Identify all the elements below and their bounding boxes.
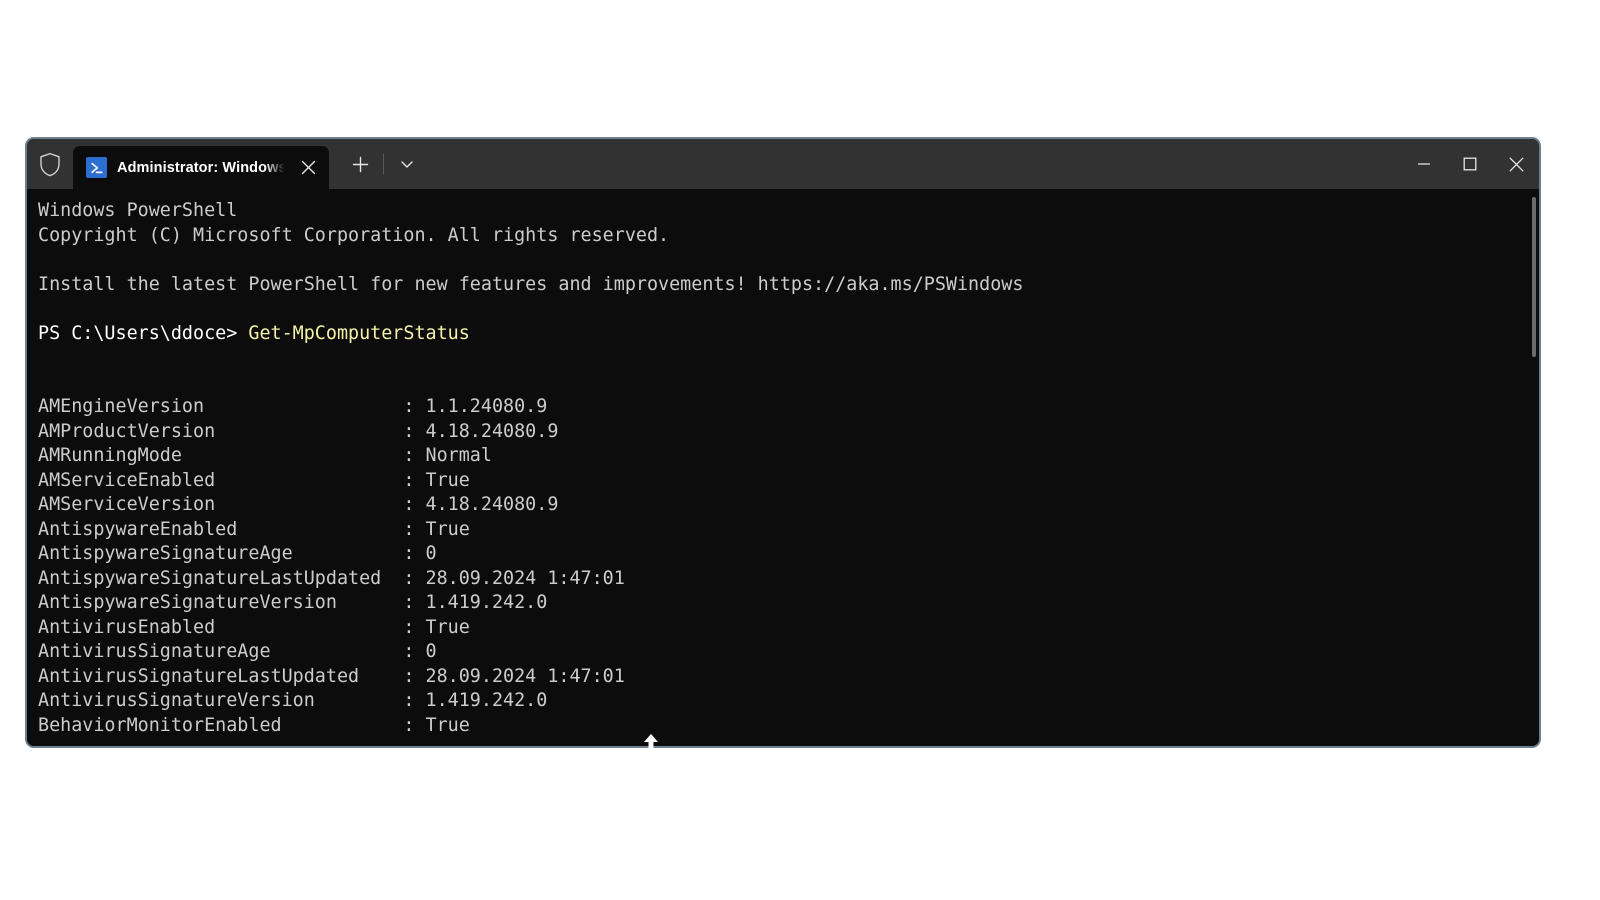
tab-powershell[interactable]: Administrator: Windows Powe: [73, 146, 329, 189]
console-property-line: AntivirusSignatureVersion : 1.419.242.0: [38, 690, 548, 711]
console-property-line: AntispywareEnabled : True: [38, 518, 470, 540]
title-bar[interactable]: Administrator: Windows Powe: [27, 139, 1539, 189]
console-banner-line: Copyright (C) Microsoft Corporation. All…: [38, 224, 670, 246]
console-property-line: AntispywareSignatureAge : 0: [38, 543, 437, 564]
console-prompt-line: PS C:\Users\ddoce> Get-MpComputerStatus: [38, 322, 1539, 347]
screen: Administrator: Windows Powe: [0, 0, 1600, 900]
tab-title: Administrator: Windows Powe: [117, 159, 291, 176]
toolbar-divider: [383, 154, 384, 174]
terminal-scrollbar[interactable]: [1530, 189, 1538, 746]
console-property-line: AMEngineVersion : 1.1.24080.9: [38, 396, 548, 417]
console-property-line: AntispywareSignatureLastUpdated : 28.09.…: [38, 567, 625, 589]
entered-command: Get-MpComputerStatus: [248, 322, 470, 344]
tab-close-icon[interactable]: [291, 151, 325, 185]
window-caption-buttons: [1401, 139, 1539, 189]
tab-dropdown-button[interactable]: [388, 145, 426, 183]
scrollbar-thumb[interactable]: [1532, 197, 1536, 357]
new-tab-button[interactable]: [341, 145, 379, 183]
console-property-line: BehaviorMonitorEnabled : True: [38, 714, 470, 736]
close-button[interactable]: [1493, 139, 1539, 189]
console-output: Windows PowerShell Copyright (C) Microsof…: [38, 199, 1539, 738]
powershell-icon: [86, 157, 107, 178]
console-property-line: AntivirusSignatureLastUpdated : 28.09.20…: [38, 665, 625, 687]
console-property-line: AMServiceEnabled : True: [38, 469, 470, 491]
minimize-button[interactable]: [1401, 139, 1447, 189]
terminal-body[interactable]: Windows PowerShell Copyright (C) Microsof…: [27, 189, 1539, 746]
console-property-line: AntivirusEnabled : True: [38, 616, 470, 638]
console-property-line: AntivirusSignatureAge : 0: [38, 641, 437, 662]
console-property-line: AMServiceVersion : 4.18.24080.9: [38, 494, 559, 515]
console-banner-line: Windows PowerShell: [38, 200, 238, 221]
shell-prompt: PS C:\Users\ddoce>: [38, 322, 249, 344]
console-property-line: AntispywareSignatureVersion : 1.419.242.…: [38, 592, 548, 613]
maximize-button[interactable]: [1447, 139, 1493, 189]
terminal-window: Administrator: Windows Powe: [25, 137, 1541, 748]
console-notice-line: Install the latest PowerShell for new fe…: [38, 273, 1024, 295]
console-property-line: AMProductVersion : 4.18.24080.9: [38, 420, 559, 442]
tab-bar-actions: [329, 139, 426, 189]
shield-icon: [27, 139, 73, 189]
console-property-line: AMRunningMode : Normal: [38, 445, 492, 466]
